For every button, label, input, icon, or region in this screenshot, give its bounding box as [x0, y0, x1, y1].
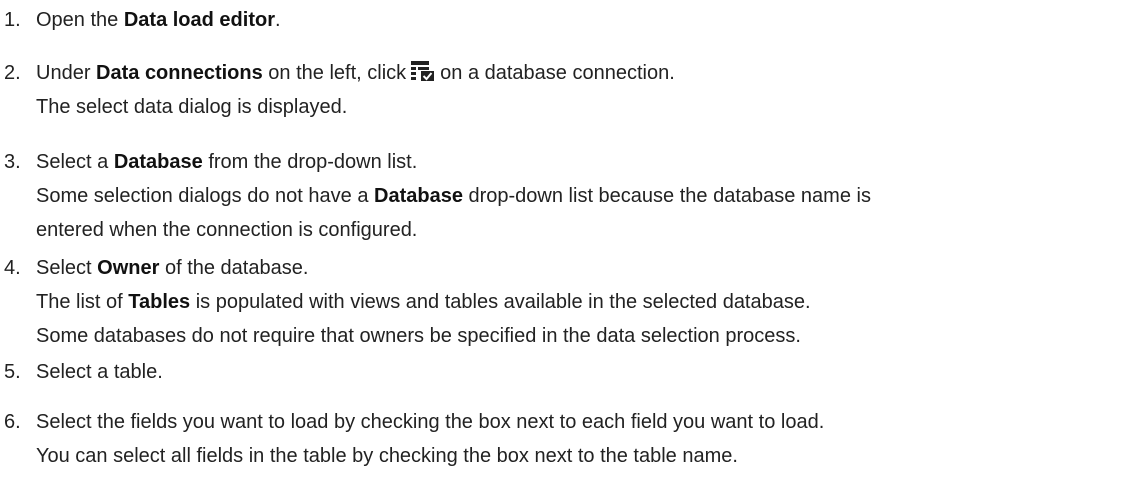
step-note: Some databases do not require that owner…	[36, 325, 801, 347]
ui-term-data-connections: Data connections	[96, 62, 263, 84]
ui-term-database: Database	[374, 185, 463, 207]
text-segment: is populated with views and tables avail…	[190, 291, 811, 313]
step-text: Select a Database from the drop-down lis…	[36, 145, 417, 179]
step-text: Select Owner of the database.	[36, 251, 308, 285]
instruction-steps: 1. Open the Data load editor. 2. Under D…	[0, 0, 1124, 485]
step-result: The list of Tables is populated with vie…	[36, 285, 811, 319]
ui-term-tables: Tables	[128, 291, 191, 313]
ui-term-owner: Owner	[97, 257, 160, 279]
step-note-continued: entered when the connection is configure…	[36, 219, 418, 241]
text-segment: of the database.	[159, 257, 309, 279]
text-segment: Under	[36, 62, 97, 84]
text-segment: Some selection dialogs do not have a	[36, 185, 374, 207]
text-segment: from the drop-down list.	[202, 151, 418, 173]
step-number: 3.	[4, 151, 21, 173]
step-5: 5. Select a table.	[0, 355, 1124, 389]
step-4: 4. Select Owner of the database. The lis…	[0, 251, 1124, 353]
step-note: Some selection dialogs do not have a Dat…	[36, 179, 871, 213]
step-text: Open the Data load editor.	[36, 3, 281, 37]
text-segment: Select a	[36, 151, 114, 173]
text-segment: Select	[36, 257, 98, 279]
step-6: 6. Select the fields you want to load by…	[0, 405, 1124, 473]
step-text: Under Data connections on the left, clic…	[36, 56, 675, 93]
ui-term-data-load-editor: Data load editor	[123, 9, 275, 31]
step-number: 2.	[4, 62, 21, 84]
text-segment: .	[274, 9, 281, 31]
step-number: 4.	[4, 257, 21, 279]
ui-term-database: Database	[113, 151, 203, 173]
text-segment: Open the	[36, 9, 124, 31]
step-result: The select data dialog is displayed.	[36, 96, 348, 118]
step-3: 3. Select a Database from the drop-down …	[0, 145, 1124, 247]
step-text: Select the fields you want to load by ch…	[36, 411, 825, 433]
step-note: You can select all fields in the table b…	[36, 445, 738, 467]
step-number: 1.	[4, 9, 21, 31]
step-text: Select a table.	[36, 361, 163, 383]
step-number: 5.	[4, 361, 21, 383]
step-number: 6.	[4, 411, 21, 433]
step-1: 1. Open the Data load editor.	[0, 3, 1124, 37]
text-segment: on the left, click	[262, 62, 407, 84]
select-data-icon	[410, 59, 436, 93]
text-segment: on a database connection.	[440, 62, 675, 84]
text-segment: drop-down list because the database name…	[462, 185, 871, 207]
step-2: 2. Under Data connections on the left, c…	[0, 56, 1124, 124]
text-segment: The list of	[36, 291, 129, 313]
